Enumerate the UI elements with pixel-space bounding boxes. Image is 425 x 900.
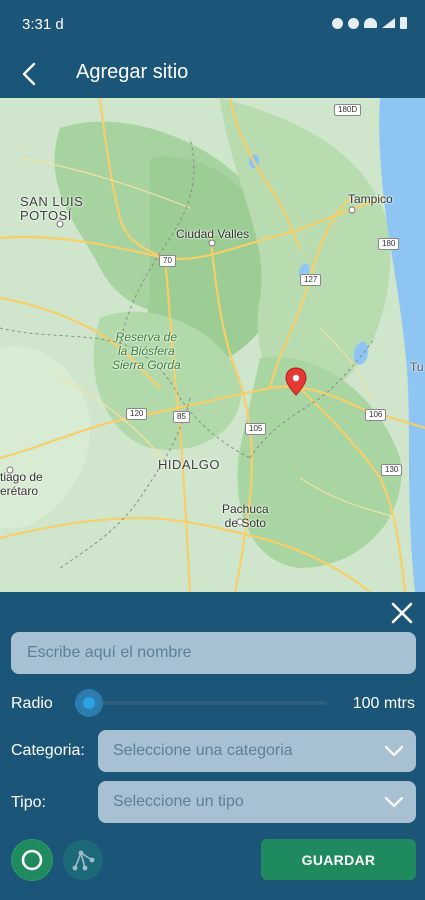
circle-mode-button[interactable] <box>12 840 52 880</box>
wifi-icon <box>364 18 377 28</box>
name-input[interactable] <box>11 632 416 674</box>
road-shield: 120 <box>126 408 148 420</box>
map-label-tampico: Tampico <box>348 192 393 206</box>
radius-value: 100 mtrs <box>352 695 415 712</box>
category-label: Categoria: <box>11 742 85 759</box>
map-label-pachuca: Pachuca de Soto <box>222 502 269 530</box>
road-shield: 70 <box>159 255 176 267</box>
type-select-value: Seleccione un tipo <box>113 793 244 810</box>
chevron-down-icon <box>384 796 404 808</box>
status-icons <box>332 17 407 29</box>
close-icon <box>391 602 413 624</box>
road-shield: 85 <box>173 411 190 423</box>
chevron-down-icon <box>384 745 404 757</box>
map-label-hidalgo: HIDALGO <box>158 457 221 472</box>
back-button[interactable] <box>14 58 48 90</box>
radius-slider[interactable] <box>75 689 327 717</box>
sync-icon <box>332 17 343 29</box>
add-site-panel: Radio 100 mtrs Categoria: Seleccione una… <box>0 592 425 900</box>
road-shield: 180D <box>334 104 362 116</box>
map-label-santiago: tiago de erétaro <box>0 470 43 498</box>
chevron-left-icon <box>22 62 36 86</box>
road-shield: 130 <box>381 464 403 476</box>
type-label: Tipo: <box>11 794 46 811</box>
status-bar: 3:31 d <box>0 0 425 50</box>
radius-label: Radio <box>11 695 53 712</box>
signal-icon <box>382 18 395 28</box>
map-label-san-luis: SAN LUIS POTOSÍ <box>20 194 84 223</box>
close-button[interactable] <box>389 600 415 626</box>
road-shield: 127 <box>300 274 322 286</box>
polygon-mode-button[interactable] <box>63 840 103 880</box>
circle-icon <box>21 849 43 871</box>
slider-thumb[interactable] <box>75 689 103 717</box>
type-select[interactable]: Seleccione un tipo <box>98 781 416 823</box>
category-select-value: Seleccione una categoria <box>113 742 293 759</box>
polygon-icon <box>72 850 95 871</box>
map-canvas <box>0 98 425 592</box>
map-label-tu: Tu <box>410 360 424 374</box>
save-button[interactable]: GUARDAR <box>261 839 416 880</box>
slider-track <box>89 701 327 705</box>
alarm-icon <box>348 17 359 29</box>
category-select[interactable]: Seleccione una categoria <box>98 730 416 772</box>
map-label-ciudad-valles: Ciudad Valles <box>176 227 250 241</box>
road-shield: 106 <box>365 409 387 421</box>
map-view[interactable]: SAN LUIS POTOSÍ Ciudad Valles Tampico Re… <box>0 98 425 592</box>
map-label-reserva: Reserva de la Biósfera Sierra Gorda <box>112 330 181 372</box>
page-title: Agregar sitio <box>76 61 189 83</box>
battery-icon <box>400 17 407 29</box>
app-bar: Agregar sitio <box>0 50 425 98</box>
status-time: 3:31 d <box>22 16 64 33</box>
road-shield: 180 <box>378 238 400 250</box>
road-shield: 105 <box>245 423 267 435</box>
